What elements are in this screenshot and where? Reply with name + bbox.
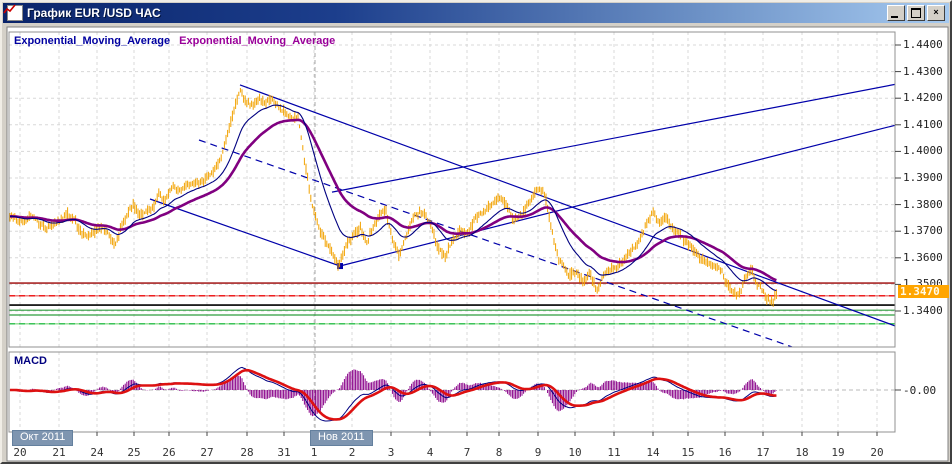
chart-client-area — [6, 26, 949, 462]
window-title: График EUR /USD ЧАС — [27, 6, 161, 20]
chart-canvas[interactable] — [2, 2, 952, 464]
app-chart-icon — [3, 4, 23, 21]
close-icon: × — [933, 7, 939, 17]
maximize-button[interactable] — [907, 5, 925, 21]
close-button[interactable]: × — [927, 5, 945, 21]
window-controls: × — [887, 5, 947, 21]
title-bar[interactable]: График EUR /USD ЧАС × — [3, 3, 949, 23]
maximize-icon — [911, 8, 921, 18]
minimize-button[interactable] — [887, 5, 905, 21]
chart-window: Exponential_Moving_Average Exponential_M… — [0, 0, 952, 464]
minimize-icon — [891, 16, 898, 18]
